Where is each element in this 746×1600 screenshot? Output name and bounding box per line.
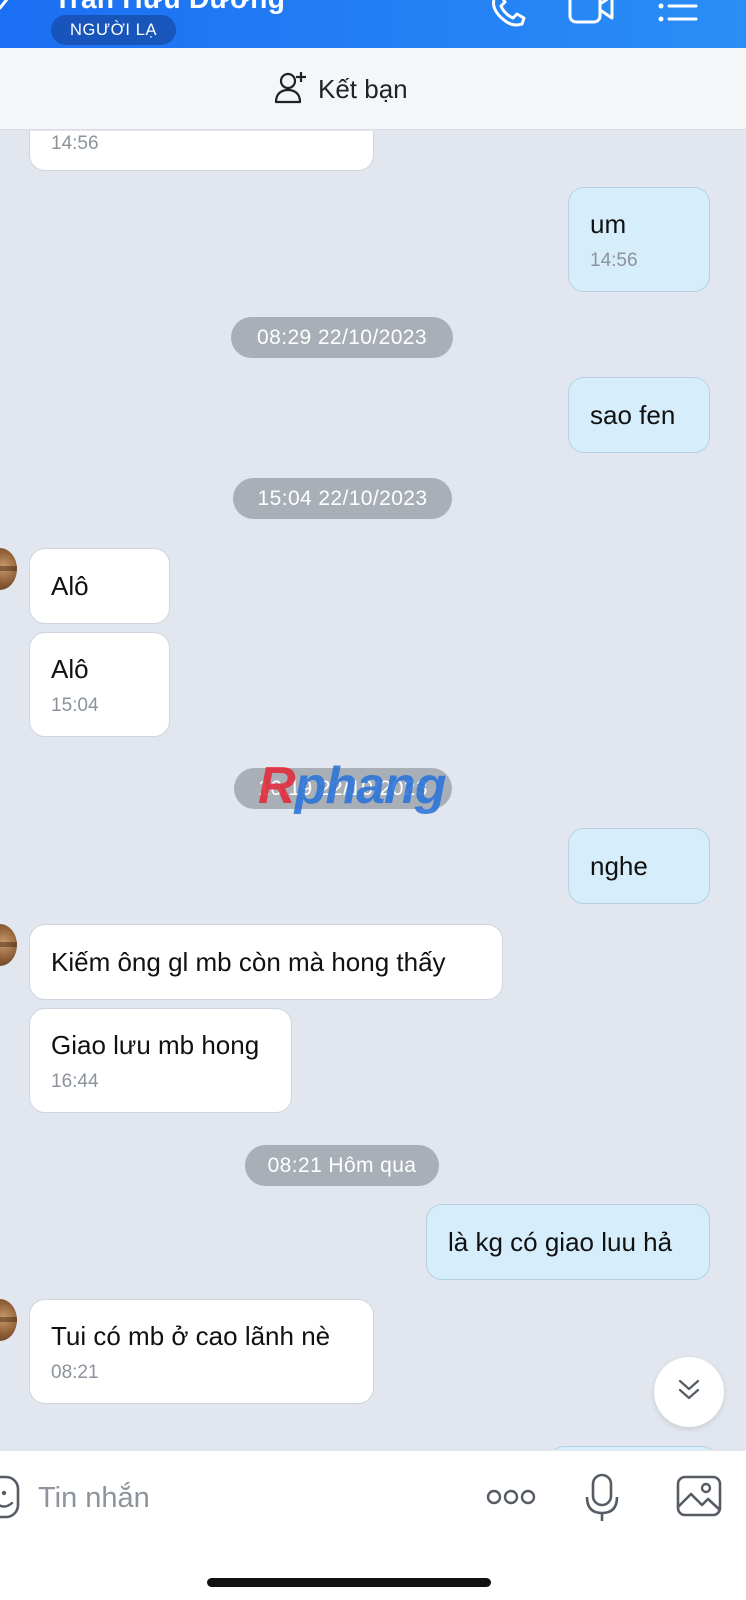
message-text: Tui có mb ở cao lãnh nè xyxy=(51,1321,331,1351)
chat-header: Trần Hữu Đương NGƯỜI LẠ xyxy=(0,0,746,48)
message-time: 14:56 xyxy=(51,133,99,154)
avatar[interactable] xyxy=(0,548,17,590)
video-call-icon[interactable] xyxy=(566,0,618,30)
watermark-logo: Rphang xyxy=(258,757,447,815)
message-bubble-outgoing[interactable]: nghe xyxy=(568,828,710,904)
message-time: 08:21 xyxy=(51,1362,99,1383)
message-text: nghe xyxy=(590,851,648,881)
date-separator: 08:29 22/10/2023 xyxy=(231,317,453,358)
microphone-icon[interactable] xyxy=(585,1473,619,1528)
message-time: 15:04 xyxy=(51,695,99,716)
stranger-badge: NGƯỜI LẠ xyxy=(51,15,177,45)
message-text: Giao lưu mb hong xyxy=(51,1030,260,1060)
more-icon[interactable] xyxy=(486,1487,536,1512)
message-bubble-outgoing[interactable]: um 14:56 xyxy=(568,187,710,292)
message-text: sao fen xyxy=(590,400,676,430)
message-input-bar xyxy=(0,1450,746,1600)
phone-icon[interactable] xyxy=(488,0,530,30)
message-bubble-incoming[interactable]: 14:56 xyxy=(29,131,374,171)
message-bubble-incoming[interactable]: Tui có mb ở cao lãnh nè 08:21 xyxy=(29,1299,374,1404)
message-bubble-outgoing[interactable]: sao fen xyxy=(568,377,710,453)
message-bubble-outgoing[interactable]: là kg có giao luu hả xyxy=(426,1204,710,1280)
message-text: Alô xyxy=(51,654,89,684)
sticker-icon[interactable] xyxy=(0,1473,20,1526)
add-user-icon xyxy=(274,70,308,109)
message-text: là kg có giao luu hả xyxy=(448,1227,673,1257)
home-indicator xyxy=(207,1578,491,1587)
back-chevron-icon[interactable] xyxy=(0,0,16,22)
add-friend-label: Kết bạn xyxy=(318,73,408,104)
date-separator: 08:21 Hôm qua xyxy=(245,1145,439,1186)
avatar[interactable] xyxy=(0,924,17,966)
message-bubble-incoming[interactable]: Alô xyxy=(29,548,170,624)
list-menu-icon[interactable] xyxy=(656,0,700,30)
scroll-to-bottom-button[interactable] xyxy=(654,1357,724,1427)
add-friend-button[interactable]: Kết bạn xyxy=(274,70,408,108)
message-text: Kiếm ông gl mb còn mà hong thấy xyxy=(51,947,446,977)
avatar[interactable] xyxy=(0,1299,17,1341)
message-bubble-incoming[interactable]: Alô 15:04 xyxy=(29,632,170,737)
message-time: 14:56 xyxy=(590,250,638,271)
message-bubble-incoming[interactable]: Kiếm ông gl mb còn mà hong thấy xyxy=(29,924,503,1000)
image-icon[interactable] xyxy=(676,1473,722,1524)
message-text: Alô xyxy=(51,571,89,601)
message-input[interactable] xyxy=(38,1471,458,1525)
double-chevron-down-icon xyxy=(677,1379,701,1406)
add-friend-bar: Kết bạn xyxy=(0,48,746,130)
message-bubble-incoming[interactable]: Giao lưu mb hong 16:44 xyxy=(29,1008,292,1113)
message-text: um xyxy=(590,209,627,239)
message-time: 16:44 xyxy=(51,1071,99,1092)
contact-name[interactable]: Trần Hữu Đương xyxy=(54,0,285,15)
date-separator: 15:04 22/10/2023 xyxy=(233,478,452,519)
